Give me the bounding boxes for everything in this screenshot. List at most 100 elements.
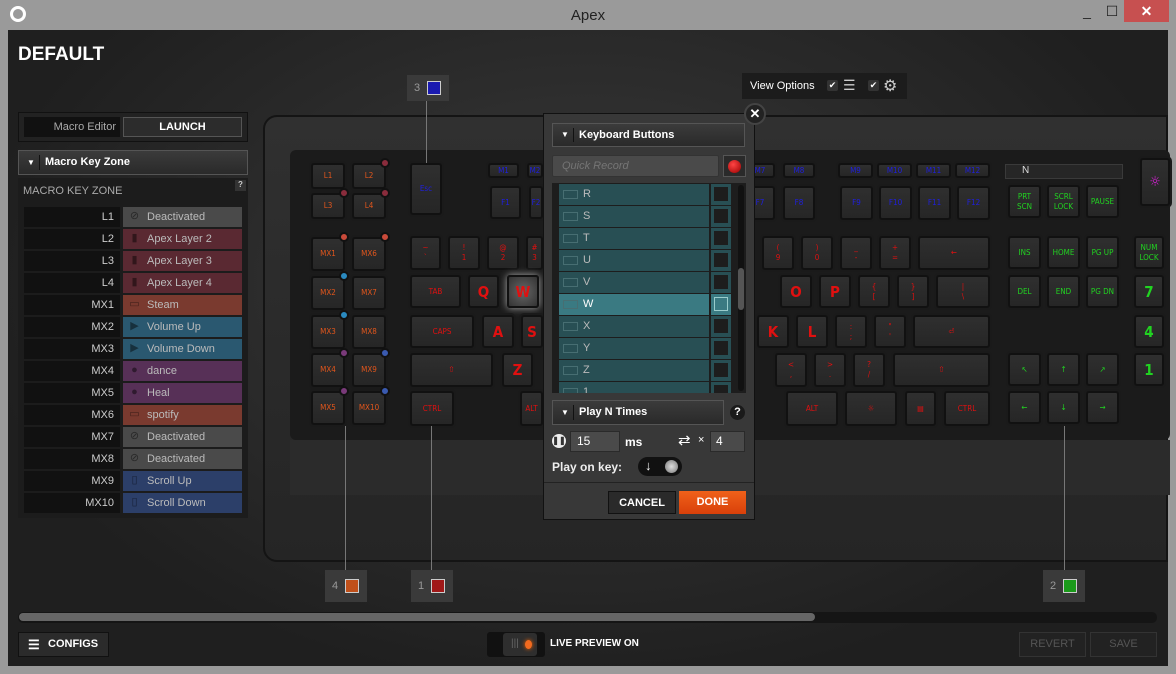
- key-blue[interactable]: M8: [783, 163, 815, 178]
- key-macro[interactable]: MX8: [352, 315, 386, 349]
- key-green[interactable]: →: [1086, 391, 1119, 424]
- key-red[interactable]: ) 0: [801, 236, 833, 270]
- key-list-checkbox[interactable]: [711, 338, 731, 359]
- key-green[interactable]: ↖: [1008, 353, 1041, 386]
- scrollbar-thumb[interactable]: [738, 268, 744, 310]
- zone-row-assignment[interactable]: ⊘ Deactivated: [123, 449, 242, 469]
- key-list-checkbox[interactable]: [711, 206, 731, 227]
- key-red[interactable]: : ;: [835, 315, 867, 348]
- key-list-item[interactable]: T: [559, 228, 709, 249]
- mode-help-button[interactable]: ?: [730, 405, 745, 420]
- key-green[interactable]: PRT SCN: [1008, 185, 1041, 218]
- key-red[interactable]: ALT: [786, 391, 838, 426]
- key-macro[interactable]: MX6: [352, 237, 386, 271]
- key-green[interactable]: END: [1047, 275, 1080, 308]
- key-red_big[interactable]: Z: [502, 353, 533, 387]
- key-green[interactable]: PG DN: [1086, 275, 1119, 308]
- key-green[interactable]: ←: [1008, 391, 1041, 424]
- key-red[interactable]: _ -: [840, 236, 872, 270]
- key-macro[interactable]: MX4: [311, 353, 345, 387]
- zone-help-button[interactable]: ?: [235, 180, 246, 191]
- key-green[interactable]: NUM LOCK: [1134, 236, 1164, 269]
- zone-dropdown[interactable]: ▼ Macro Key Zone: [18, 150, 248, 175]
- key-blue[interactable]: F2: [529, 186, 543, 219]
- key-macro[interactable]: MX3: [311, 315, 345, 349]
- key-green_big[interactable]: 4: [1134, 315, 1164, 348]
- key-red_big[interactable]: W: [507, 275, 539, 308]
- key-red[interactable]: ! 1: [448, 236, 480, 270]
- zone-row-assignment[interactable]: ● Heal: [123, 383, 242, 403]
- key-blue[interactable]: F1: [490, 186, 521, 219]
- zone-row-assignment[interactable]: ⊘ Deactivated: [123, 427, 242, 447]
- key-macro[interactable]: MX5: [311, 391, 345, 425]
- key-list-checkbox[interactable]: [711, 184, 731, 205]
- key-list-scrollbar[interactable]: [738, 185, 744, 391]
- key-list-item[interactable]: W: [559, 294, 709, 315]
- key-red_big[interactable]: O: [780, 275, 812, 308]
- key-blue[interactable]: M12: [955, 163, 990, 178]
- repeat-count-input[interactable]: 4: [710, 431, 745, 452]
- play-on-key-toggle[interactable]: ↓: [638, 457, 682, 476]
- modal-close-button[interactable]: ✕: [744, 103, 766, 125]
- key-list-item[interactable]: X: [559, 316, 709, 337]
- key-red[interactable]: + =: [879, 236, 911, 270]
- zone-row-assignment[interactable]: ▭ Steam: [123, 295, 242, 315]
- key-list-checkbox[interactable]: [711, 360, 731, 381]
- key-green[interactable]: DEL: [1008, 275, 1041, 308]
- key-red[interactable]: > .: [814, 353, 846, 387]
- key-list-item[interactable]: Z: [559, 360, 709, 381]
- key-blue[interactable]: M1: [488, 163, 519, 178]
- key-red_big[interactable]: L: [796, 315, 828, 348]
- key-red[interactable]: ⏎: [913, 315, 990, 348]
- key-blue[interactable]: F12: [957, 186, 990, 220]
- record-button[interactable]: [723, 155, 746, 177]
- zone-row-assignment[interactable]: ▯ Scroll Down: [123, 493, 242, 513]
- key-blue[interactable]: Esc: [410, 163, 442, 215]
- key-green[interactable]: PAUSE: [1086, 185, 1119, 218]
- key-red[interactable]: ? /: [853, 353, 885, 387]
- key-list-checkbox[interactable]: [711, 272, 731, 293]
- quick-record-input[interactable]: [552, 155, 719, 177]
- logo-key[interactable]: ☼: [1140, 158, 1170, 206]
- key-list-checkbox[interactable]: [711, 294, 731, 315]
- settings-view-checkbox[interactable]: ✔: [868, 80, 879, 91]
- key-red[interactable]: TAB: [410, 275, 461, 308]
- key-list-item[interactable]: U: [559, 250, 709, 271]
- key-green[interactable]: HOME: [1047, 236, 1080, 269]
- zone-callout-1[interactable]: 1: [411, 570, 453, 602]
- horizontal-scrollbar[interactable]: [18, 612, 1157, 623]
- key-macro[interactable]: L1: [311, 163, 345, 189]
- key-list-checkbox[interactable]: [711, 382, 731, 393]
- key-list-checkbox[interactable]: [711, 228, 731, 249]
- key-green[interactable]: ↗: [1086, 353, 1119, 386]
- key-macro[interactable]: MX1: [311, 237, 345, 271]
- key-red[interactable]: ▤: [905, 391, 936, 426]
- key-red[interactable]: ⇧: [410, 353, 493, 387]
- key-macro[interactable]: MX9: [352, 353, 386, 387]
- key-list-item[interactable]: S: [559, 206, 709, 227]
- minimize-button[interactable]: _: [1072, 0, 1102, 22]
- cancel-button[interactable]: CANCEL: [608, 491, 676, 514]
- key-red[interactable]: CAPS: [410, 315, 474, 348]
- key-green[interactable]: ↑: [1047, 353, 1080, 386]
- zone-row-assignment[interactable]: ▮ Apex Layer 2: [123, 229, 242, 249]
- list-view-checkbox[interactable]: ✔: [827, 80, 838, 91]
- key-list-checkbox[interactable]: [711, 250, 731, 271]
- key-green[interactable]: PG UP: [1086, 236, 1119, 269]
- key-red[interactable]: ☼: [845, 391, 897, 426]
- key-blue[interactable]: M10: [877, 163, 912, 178]
- key-list-item[interactable]: R: [559, 184, 709, 205]
- key-red[interactable]: " ': [874, 315, 906, 348]
- key-red[interactable]: { [: [858, 275, 890, 308]
- key-red[interactable]: ←: [918, 236, 990, 270]
- revert-button[interactable]: REVERT: [1019, 632, 1086, 657]
- key-macro[interactable]: MX7: [352, 276, 386, 310]
- zone-callout-3[interactable]: 3: [407, 75, 449, 101]
- delay-input[interactable]: 15: [570, 431, 620, 452]
- key-macro[interactable]: MX10: [352, 391, 386, 425]
- zone-row-assignment[interactable]: ⊘ Deactivated: [123, 207, 242, 227]
- key-red_big[interactable]: Q: [468, 275, 499, 308]
- key-red[interactable]: CTRL: [410, 391, 454, 426]
- key-red[interactable]: CTRL: [944, 391, 990, 426]
- key-red[interactable]: < ,: [775, 353, 807, 387]
